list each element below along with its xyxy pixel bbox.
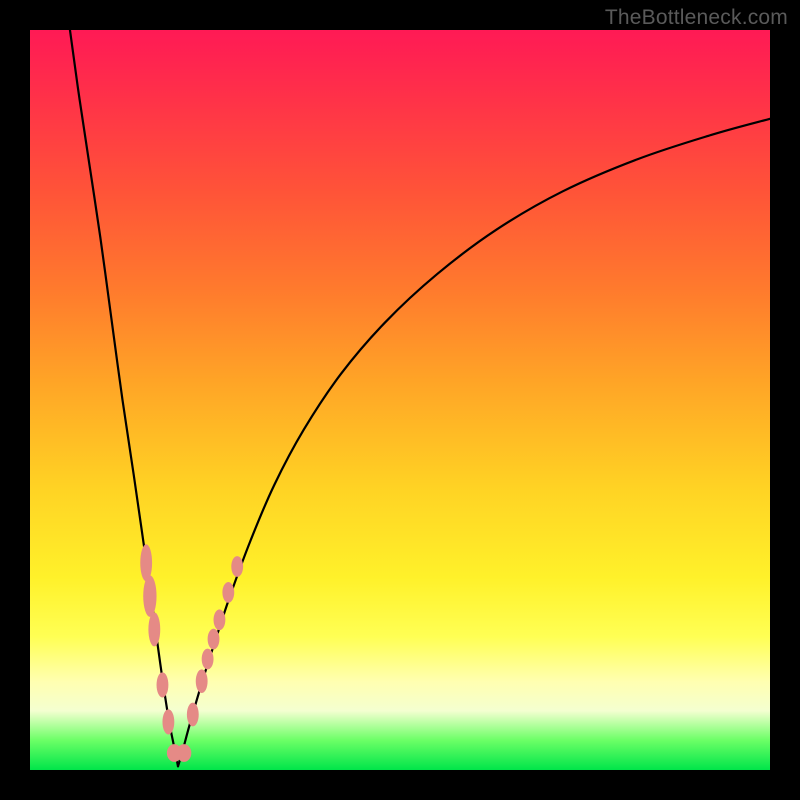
curve-svg <box>30 30 770 770</box>
curve-left-branch <box>70 30 178 766</box>
data-marker <box>231 556 243 577</box>
data-marker <box>202 649 214 670</box>
data-marker <box>177 744 192 762</box>
chart-frame: TheBottleneck.com <box>0 0 800 800</box>
plot-area <box>30 30 770 770</box>
data-marker <box>222 582 234 603</box>
data-marker <box>187 703 199 727</box>
data-marker <box>162 709 174 734</box>
curve-right-branch <box>178 119 770 767</box>
data-marker <box>214 609 226 630</box>
data-marker <box>148 612 160 646</box>
data-marker <box>143 575 156 616</box>
watermark-text: TheBottleneck.com <box>605 6 788 30</box>
marker-group <box>140 544 243 762</box>
data-marker <box>208 629 220 650</box>
data-marker <box>196 669 208 693</box>
data-marker <box>157 672 169 697</box>
